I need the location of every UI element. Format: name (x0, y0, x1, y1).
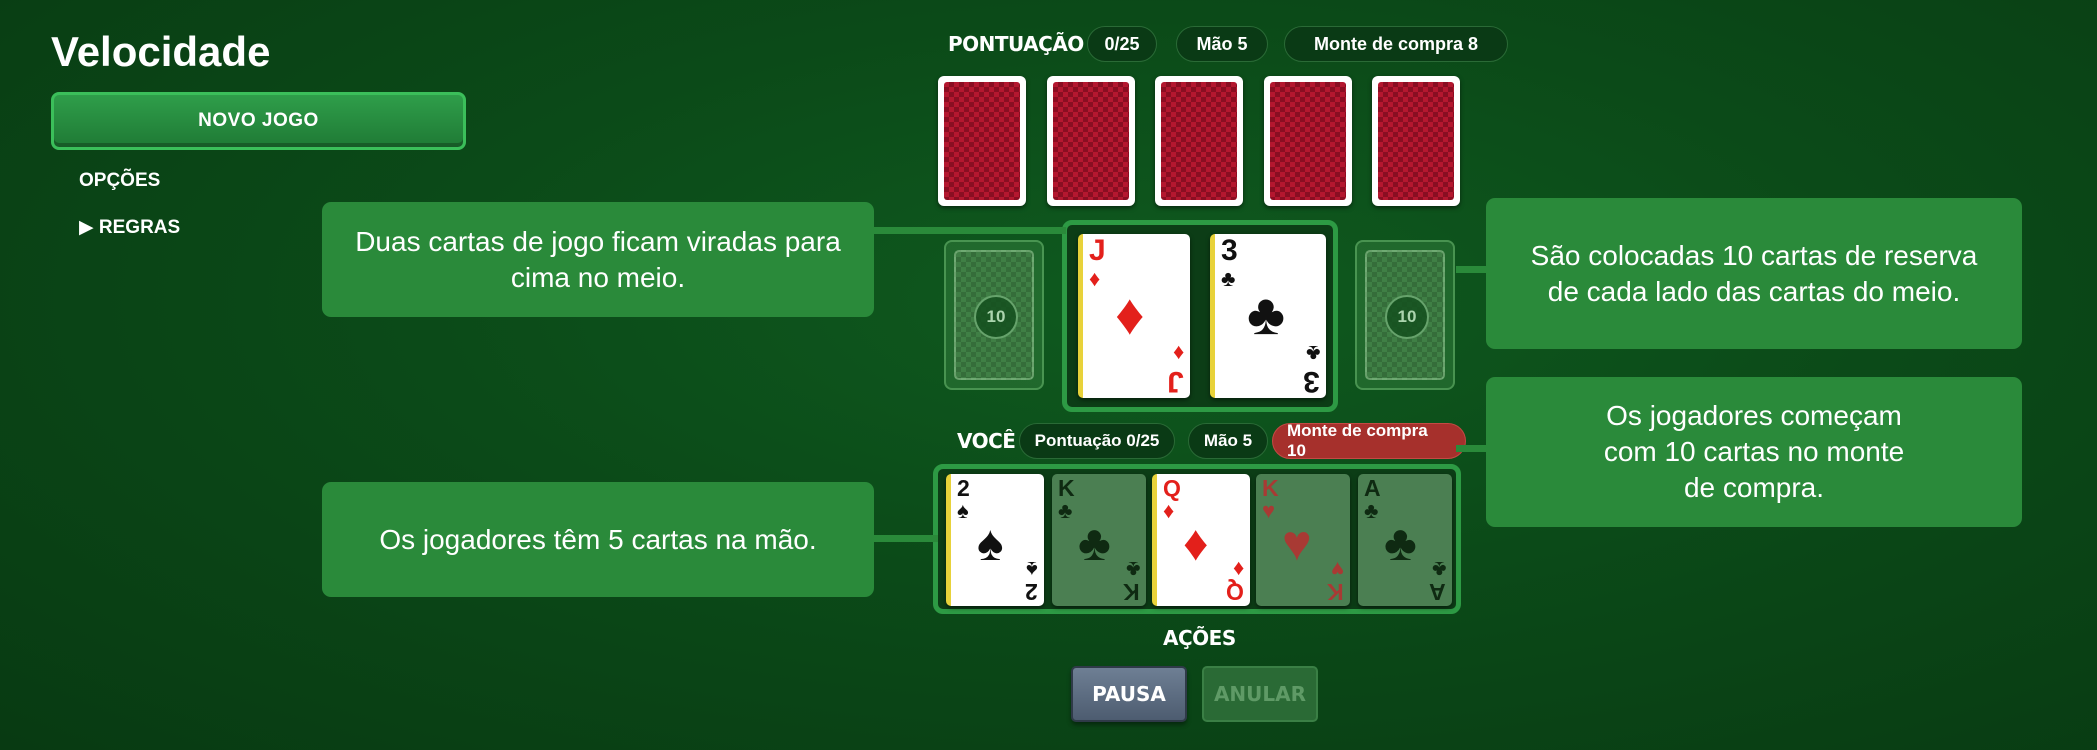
right-reserve-pile: 10 (1355, 240, 1455, 390)
card-rank: K (1058, 475, 1075, 501)
club-icon: ♣ (1247, 282, 1286, 347)
spade-icon: ♠ (957, 498, 969, 523)
card-rank: K (1262, 475, 1279, 501)
hand-card[interactable]: 2 ♠ ♠ ♠ 2 (946, 474, 1044, 606)
right-reserve-count: 10 (1385, 295, 1429, 339)
card-rank: 3 (1303, 365, 1320, 398)
club-icon: ♣ (1364, 498, 1379, 523)
opponent-card-back (1155, 76, 1243, 206)
card-rank: K (1123, 579, 1140, 605)
card-rank: 2 (957, 475, 970, 501)
club-icon: ♣ (1431, 557, 1446, 582)
player-score-badge: Pontuação 0/25 (1019, 423, 1175, 459)
diamond-icon: ♦ (1172, 341, 1184, 366)
card-rank: 3 (1221, 234, 1238, 267)
opponent-score-badge: 0/25 (1087, 26, 1157, 62)
card-rank: A (1364, 475, 1381, 501)
tutorial-callout-reserve: São colocadas 10 cartas de reserva de ca… (1486, 198, 2022, 349)
diamond-icon: ♦ (1089, 266, 1101, 291)
hand-card[interactable]: A ♣ ♣ ♣ A (1358, 474, 1452, 606)
player-hand-badge: Mão 5 (1188, 423, 1268, 459)
hand-card[interactable]: K ♣ ♣ ♣ K (1052, 474, 1146, 606)
tutorial-callout-center-cards: Duas cartas de jogo ficam viradas para c… (322, 202, 874, 317)
club-icon: ♣ (1125, 557, 1140, 582)
heart-icon: ♥ (1262, 498, 1276, 523)
pause-button[interactable]: PAUSA (1071, 666, 1187, 722)
diamond-icon: ♦ (1163, 498, 1175, 523)
left-reserve-count: 10 (974, 295, 1018, 339)
spade-icon: ♠ (977, 515, 1004, 571)
player-draw-pile-badge: Monte de compra 10 (1272, 421, 1466, 460)
callout-connector (1456, 266, 1488, 273)
diamond-icon: ♦ (1115, 282, 1145, 347)
spade-icon: ♠ (1026, 557, 1038, 582)
card-rank: J (1167, 365, 1184, 398)
tutorial-callout-hand: Os jogadores têm 5 cartas na mão. (322, 482, 874, 597)
club-icon: ♣ (1384, 515, 1417, 571)
center-pile-left[interactable]: J ♦ ♦ ♦ J (1078, 234, 1190, 398)
opponent-card-back (938, 76, 1026, 206)
opponent-card-back (1372, 76, 1460, 206)
left-reserve-pile: 10 (944, 240, 1044, 390)
diamond-icon: ♦ (1183, 515, 1209, 571)
hand-card[interactable]: Q ♦ ♦ ♦ Q (1152, 474, 1250, 606)
new-game-button[interactable]: NOVO JOGO (51, 92, 466, 150)
club-icon: ♣ (1305, 341, 1320, 366)
game-title: Velocidade (51, 28, 271, 75)
heart-icon: ♥ (1282, 515, 1312, 571)
card-rank: Q (1163, 475, 1181, 501)
opponent-draw-pile-badge: Monte de compra 8 (1284, 26, 1508, 62)
actions-label: AÇÕES (1163, 626, 1236, 650)
card-rank: J (1089, 234, 1106, 267)
opponent-hand-badge: Mão 5 (1176, 26, 1268, 62)
center-pile-right[interactable]: 3 ♣ ♣ ♣ 3 (1210, 234, 1326, 398)
club-icon: ♣ (1078, 515, 1111, 571)
card-rank: Q (1226, 579, 1244, 605)
callout-connector (870, 535, 938, 542)
hand-card[interactable]: K ♥ ♥ ♥ K (1256, 474, 1350, 606)
club-icon: ♣ (1221, 266, 1236, 291)
rules-link[interactable]: ▶ REGRAS (79, 216, 180, 239)
undo-button[interactable]: ANULAR (1202, 666, 1318, 722)
tutorial-callout-draw-pile: Os jogadores começam com 10 cartas no mo… (1486, 377, 2022, 527)
opponent-card-back (1264, 76, 1352, 206)
club-icon: ♣ (1058, 498, 1073, 523)
card-rank: K (1327, 579, 1344, 605)
callout-connector (870, 227, 1066, 234)
diamond-icon: ♦ (1232, 557, 1244, 582)
player-label: VOCÊ (957, 429, 1016, 453)
card-rank: 2 (1025, 579, 1038, 605)
options-link[interactable]: OPÇÕES (79, 170, 160, 192)
opponent-label: PONTUAÇÃO (948, 32, 1084, 56)
heart-icon: ♥ (1330, 557, 1344, 582)
callout-connector (1456, 445, 1488, 452)
opponent-card-back (1047, 76, 1135, 206)
card-rank: A (1429, 579, 1446, 605)
